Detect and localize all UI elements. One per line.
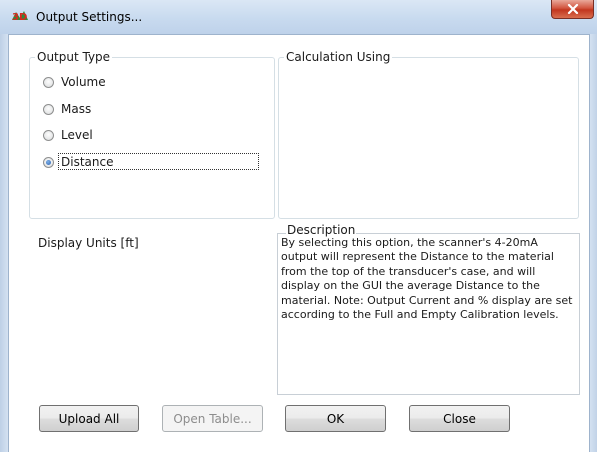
calculation-using-legend: Calculation Using [284,50,393,64]
upload-all-button[interactable]: Upload All [39,405,139,432]
radio-level-label: Level [61,128,93,142]
radio-mass-label: Mass [61,102,92,116]
radio-distance-button[interactable] [43,157,54,168]
title-bar[interactable]: 3D Output Settings... [0,0,597,35]
app-icon: 3D [11,9,29,25]
radio-volume-label: Volume [61,75,106,89]
display-units-label: Display Units [ft] [38,236,139,250]
radio-level-button[interactable] [43,130,54,141]
description-legend: Description [286,223,357,237]
window-frame-right [589,34,597,452]
window-frame-left [0,34,9,452]
ok-button[interactable]: OK [285,405,386,432]
open-table-button[interactable]: Open Table... [162,405,263,432]
description-box: Description By selecting this option, th… [277,223,580,395]
radio-mass-button[interactable] [43,104,54,115]
output-type-group: Output Type Volume Mass Level Distance [29,50,275,219]
description-text: By selecting this option, the scanner's … [281,236,573,322]
svg-text:3D: 3D [12,12,27,23]
dialog-client-area: Output Type Volume Mass Level Distance C… [9,35,589,452]
close-button[interactable]: Close [409,405,510,432]
calculation-using-group: Calculation Using [278,50,579,219]
radio-volume-button[interactable] [43,77,54,88]
close-icon [567,4,579,14]
window-close-button[interactable] [551,0,594,19]
radio-distance-label: Distance [61,155,114,169]
window-title: Output Settings... [36,10,143,24]
output-type-legend: Output Type [35,50,113,64]
